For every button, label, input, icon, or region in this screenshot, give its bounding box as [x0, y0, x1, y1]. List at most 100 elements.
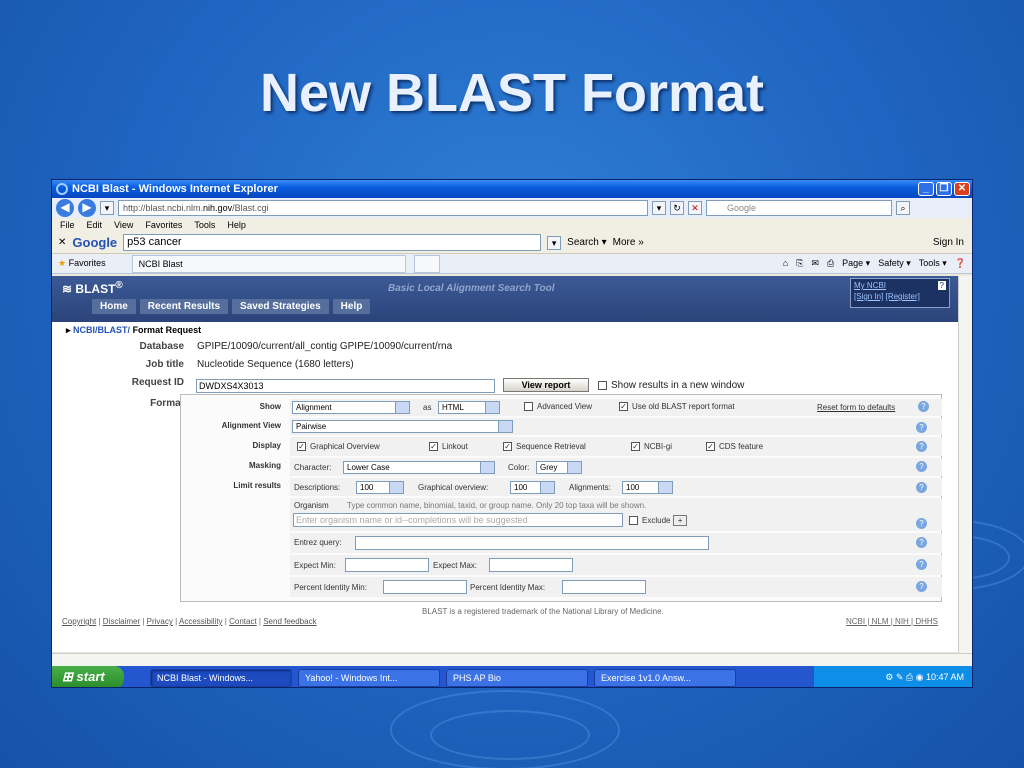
menu-view[interactable]: View — [114, 220, 133, 230]
privacy-link[interactable]: Privacy — [147, 617, 173, 626]
mail-icon[interactable]: ✉ — [811, 258, 819, 269]
advanced-view-checkbox[interactable] — [524, 402, 533, 412]
sign-in-link[interactable]: [Sign In] — [854, 292, 883, 301]
copyright-link[interactable]: Copyright — [62, 617, 96, 626]
ncbi-gi-option[interactable]: ✓ NCBI-gi — [631, 442, 672, 452]
view-report-button[interactable]: View report — [503, 378, 589, 392]
character-select[interactable]: Lower Case — [343, 461, 495, 474]
google-more-button[interactable]: More » — [613, 237, 644, 248]
percent-identity-min-input[interactable] — [383, 580, 467, 594]
register-link[interactable]: [Register] — [886, 292, 920, 301]
exclude-option[interactable]: Exclude + — [629, 515, 688, 526]
nav-help[interactable]: Help — [332, 299, 371, 314]
new-tab-button[interactable] — [413, 254, 440, 273]
google-search-button[interactable]: Search ▾ — [567, 237, 606, 248]
recent-pages-dropdown[interactable]: ▾ — [100, 201, 114, 215]
nav-home[interactable]: Home — [92, 299, 136, 314]
organism-input[interactable]: Enter organism name or id--completions w… — [293, 513, 623, 527]
old-format-checkbox[interactable]: ✓ — [619, 402, 628, 412]
reset-form-link[interactable]: Reset form to defaults — [817, 403, 895, 412]
add-organism-button[interactable]: + — [672, 515, 688, 526]
close-toolbar-icon[interactable]: ✕ — [58, 237, 66, 248]
search-go-button[interactable]: ⌕ — [896, 201, 910, 215]
descriptions-select[interactable]: 100 — [356, 481, 404, 494]
footer-right-links[interactable]: NCBI | NLM | NIH | DHHS — [846, 617, 938, 626]
cds-feature-checkbox[interactable]: ✓ — [706, 442, 715, 452]
exclude-checkbox[interactable] — [629, 516, 638, 526]
alignments-select[interactable]: 100 — [622, 481, 673, 494]
task-exercise[interactable]: Exercise 1v1.0 Answ... — [594, 668, 736, 687]
new-window-checkbox[interactable] — [598, 380, 607, 390]
expect-max-input[interactable] — [489, 558, 573, 572]
menu-favorites[interactable]: Favorites — [145, 220, 182, 230]
help-icon[interactable]: ? — [916, 422, 927, 433]
menu-tools[interactable]: Tools — [194, 220, 215, 230]
contact-link[interactable]: Contact — [229, 617, 257, 626]
close-button[interactable]: ✕ — [954, 182, 970, 196]
menu-file[interactable]: File — [60, 220, 75, 230]
blast-logo[interactable]: ≋ BLAST® — [62, 280, 123, 296]
favorites-button[interactable]: ★ Favorites — [58, 258, 106, 269]
google-dropdown[interactable]: ▾ — [547, 235, 562, 250]
google-search-input[interactable]: p53 cancer — [123, 234, 542, 251]
accessibility-link[interactable]: Accessibility — [179, 617, 223, 626]
linkout-checkbox[interactable]: ✓ — [429, 442, 438, 452]
task-yahoo[interactable]: Yahoo! - Windows Int... — [298, 668, 440, 687]
stop-button[interactable]: ✕ — [688, 201, 702, 215]
refresh-button[interactable]: ↻ — [670, 201, 684, 215]
maximize-button[interactable]: ❐ — [936, 182, 952, 196]
nav-saved-strategies[interactable]: Saved Strategies — [232, 299, 329, 314]
nav-recent-results[interactable]: Recent Results — [139, 299, 229, 314]
disclaimer-link[interactable]: Disclaimer — [103, 617, 140, 626]
window-titlebar[interactable]: NCBI Blast - Windows Internet Explorer _… — [52, 180, 972, 198]
requestid-input[interactable]: DWDXS4X3013 — [196, 379, 495, 393]
alignment-view-select[interactable]: Pairwise — [292, 420, 513, 433]
page-menu[interactable]: Page ▾ — [842, 258, 870, 269]
advanced-view-option[interactable]: Advanced View — [524, 402, 592, 412]
menu-edit[interactable]: Edit — [87, 220, 103, 230]
send-feedback-link[interactable]: Send feedback — [263, 617, 316, 626]
graphical-overview-checkbox[interactable]: ✓ — [297, 442, 306, 452]
ncbi-gi-checkbox[interactable]: ✓ — [631, 442, 640, 452]
breadcrumb-blast[interactable]: BLAST/ — [98, 325, 131, 335]
minimize-button[interactable]: _ — [918, 182, 934, 196]
print-icon[interactable]: ⎙ — [827, 258, 834, 269]
start-button[interactable]: ⊞ start — [52, 666, 124, 687]
color-select[interactable]: Grey — [536, 461, 582, 474]
feeds-icon[interactable]: ⎘ — [796, 258, 803, 269]
help-icon[interactable]: ❓ — [955, 258, 966, 269]
help-icon[interactable]: ? — [916, 537, 927, 548]
google-signin-button[interactable]: Sign In — [933, 237, 972, 248]
sequence-retrieval-checkbox[interactable]: ✓ — [503, 442, 512, 452]
help-icon[interactable]: ? — [916, 559, 927, 570]
live-search-input[interactable]: Google — [706, 200, 892, 216]
help-icon[interactable]: ? — [916, 441, 927, 452]
question-icon[interactable]: ? — [937, 281, 946, 290]
tab-ncbi-blast[interactable]: NCBI Blast — [131, 254, 406, 273]
task-ncbi-blast[interactable]: NCBI Blast - Windows... — [150, 668, 292, 687]
back-button[interactable]: ◀ — [56, 199, 74, 217]
forward-button[interactable]: ▶ — [78, 199, 96, 217]
my-ncbi-link[interactable]: My NCBI — [854, 281, 886, 290]
breadcrumb-ncbi[interactable]: NCBI/ — [73, 325, 98, 335]
task-phs-ap-bio[interactable]: PHS AP Bio — [446, 668, 588, 687]
graphical-overview-select[interactable]: 100 — [510, 481, 555, 494]
menu-help[interactable]: Help — [227, 220, 246, 230]
url-dropdown-button[interactable]: ▾ — [652, 201, 666, 215]
percent-identity-max-input[interactable] — [562, 580, 646, 594]
vertical-scrollbar[interactable] — [958, 276, 972, 654]
graphical-overview-option[interactable]: ✓ Graphical Overview — [297, 442, 380, 452]
help-icon[interactable]: ? — [916, 461, 927, 472]
sequence-retrieval-option[interactable]: ✓ Sequence Retrieval — [503, 442, 586, 452]
help-icon[interactable]: ? — [916, 518, 927, 529]
safety-menu[interactable]: Safety ▾ — [878, 258, 911, 269]
tray-icons[interactable]: ⚙ ✎ ⎙ ◉ — [885, 672, 926, 682]
cds-feature-option[interactable]: ✓ CDS feature — [706, 442, 763, 452]
new-window-option[interactable]: Show results in a new window — [598, 380, 744, 391]
help-icon[interactable]: ? — [918, 401, 929, 412]
url-input[interactable]: http://blast.ncbi.nlm. nih.gov/Blast.cgi — [118, 200, 648, 216]
help-icon[interactable]: ? — [916, 482, 927, 493]
tools-menu[interactable]: Tools ▾ — [919, 258, 947, 269]
help-icon[interactable]: ? — [916, 581, 927, 592]
home-icon[interactable]: ⌂ — [783, 258, 788, 269]
